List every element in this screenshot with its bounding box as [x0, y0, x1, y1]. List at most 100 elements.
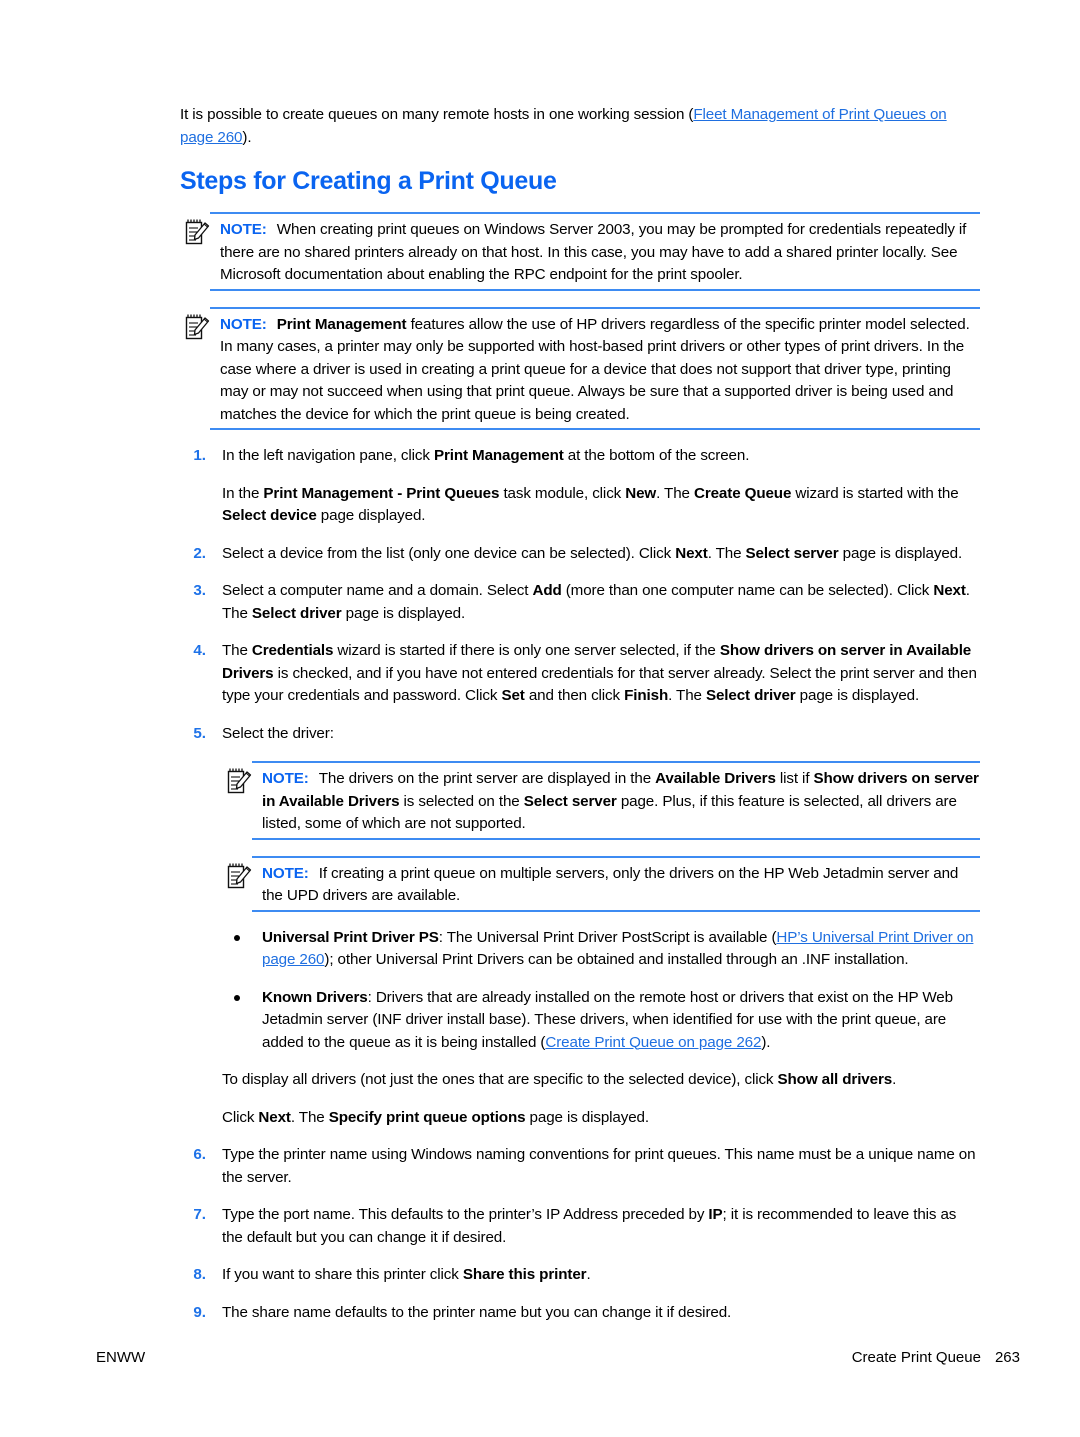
step1-text-1: In the left navigation pane, click: [222, 447, 434, 464]
step-item-5: 5. Select the driver: NOTE: The drivers …: [180, 723, 980, 1130]
step-text: Select a computer name and a domain. Sel…: [222, 580, 980, 625]
click-next-text-3: page is displayed.: [525, 1108, 650, 1126]
step3-bold-2: Next: [933, 582, 966, 599]
step-text: In the left navigation pane, click Print…: [222, 445, 980, 468]
step1-sub-bold-1: Print Management - Print Queues: [263, 484, 500, 502]
note-rule-top: [252, 761, 980, 763]
page-footer: ENWW Create Print Queue 263: [96, 1348, 1020, 1368]
click-next-bold-2: Specify print queue options: [328, 1108, 526, 1126]
note-label: NOTE:: [262, 864, 309, 882]
note-rule-bottom: [252, 909, 980, 912]
step-number: 5.: [193, 724, 206, 742]
step-number: 4.: [193, 642, 206, 659]
bullet-dot-icon: [234, 994, 240, 1001]
step3-text-2: (more than one computer name can be sele…: [561, 582, 934, 599]
step3-bold-1: Add: [532, 582, 562, 599]
steps-list: 1. In the left navigation pane, click Pr…: [180, 445, 980, 1324]
note-rule-bottom: [252, 837, 980, 840]
bullet1-text-1: : The Universal Print Driver PostScript …: [438, 928, 777, 946]
footer-page-number: 263: [994, 1349, 1020, 1366]
show-all-text-2: .: [892, 1071, 897, 1088]
step4-bold-1: Credentials: [251, 642, 334, 659]
link-create-print-queue[interactable]: Create Print Queue on page 262: [545, 1034, 761, 1051]
step-number: 3.: [193, 582, 206, 599]
step1-sub-bold-3: Create Queue: [693, 484, 792, 502]
step1-sub-text-2: task module, click: [499, 484, 626, 502]
note3-text-2: list if: [775, 770, 814, 787]
step2-text-3: page is displayed.: [838, 544, 963, 562]
note-block-available-drivers-list: NOTE: The drivers on the print server are…: [222, 761, 980, 840]
step-number: 2.: [193, 544, 206, 562]
footer-chapter-title: Create Print Queue: [851, 1349, 981, 1366]
step4-text-5: . The: [668, 687, 706, 704]
step7-text-1: Type the port name. This defaults to the…: [222, 1206, 709, 1223]
step-text: Select the driver:: [222, 724, 334, 742]
footer-left-label: ENWW: [96, 1349, 146, 1366]
note-pencil-icon: [184, 218, 210, 246]
step1-sub-text-5: page displayed.: [316, 507, 426, 524]
step1-bold-1: Print Management: [433, 447, 564, 464]
step4-text-4: and then click: [524, 687, 625, 704]
page-content: It is possible to create queues on many …: [180, 104, 980, 1324]
note-block-print-management-features: NOTE: Print Management features allow the…: [180, 306, 980, 430]
note-text: NOTE: If creating a print queue on multip…: [262, 863, 980, 908]
note3-bold-1: Available Drivers: [655, 770, 776, 787]
intro-text-before: It is possible to create queues on many …: [180, 106, 694, 123]
step-item-8: 8. If you want to share this printer cli…: [180, 1264, 980, 1287]
step4-text-6: page is displayed.: [795, 687, 920, 704]
step-item-1: 1. In the left navigation pane, click Pr…: [180, 445, 980, 528]
step1-text-2: at the bottom of the screen.: [563, 447, 750, 464]
click-next-text-1: Click: [222, 1108, 259, 1126]
show-all-bold: Show all drivers: [777, 1071, 893, 1088]
note-label: NOTE:: [262, 770, 309, 787]
step-text: If you want to share this printer click …: [222, 1264, 980, 1287]
note-text: NOTE: When creating print queues on Windo…: [220, 219, 980, 287]
bullet2-text-2: ).: [761, 1033, 771, 1051]
list-item-known-drivers: Known Drivers: Drivers that are already …: [222, 987, 980, 1055]
intro-text-after: ).: [242, 128, 252, 146]
step1-sub-bold-4: Select device: [222, 507, 317, 524]
step8-text-2: .: [586, 1266, 591, 1283]
step8-bold-1: Share this printer: [462, 1266, 587, 1283]
step-item-6: 6. Type the printer name using Windows n…: [180, 1144, 980, 1189]
note-text: NOTE: Print Management features allow the…: [220, 314, 980, 427]
note-label: NOTE:: [220, 315, 267, 333]
note2-bold-term: Print Management: [276, 315, 407, 333]
step-text: Type the printer name using Windows nami…: [222, 1146, 976, 1186]
note-pencil-icon: [226, 862, 252, 890]
note-label: NOTE:: [220, 221, 267, 238]
note3-text-1: The drivers on the print server are disp…: [318, 770, 656, 787]
step4-bold-5: Select driver: [705, 687, 796, 704]
bullet-text: Known Drivers: Drivers that are already …: [262, 987, 980, 1055]
note-pencil-icon: [184, 313, 210, 341]
document-page: It is possible to create queues on many …: [0, 0, 1080, 1437]
step7-bold-1: IP: [708, 1206, 723, 1223]
note-rule-bottom: [210, 288, 980, 291]
step-item-9: 9. The share name defaults to the printe…: [180, 1302, 980, 1325]
step1-sub-text-1: In the: [222, 484, 264, 502]
click-next-bold-1: Next: [258, 1108, 291, 1126]
step4-bold-4: Finish: [624, 687, 669, 704]
step2-bold-2: Select server: [745, 544, 839, 562]
note-rule-bottom: [210, 428, 980, 430]
page-title: Steps for Creating a Print Queue: [180, 167, 557, 195]
step1-sub-text-4: wizard is started with the: [791, 484, 959, 502]
step-number: 9.: [193, 1303, 206, 1321]
click-next-paragraph: Click Next. The Specify print queue opti…: [222, 1107, 980, 1130]
step-item-3: 3. Select a computer name and a domain. …: [180, 580, 980, 625]
step-item-2: 2. Select a device from the list (only o…: [180, 543, 980, 566]
step3-bold-3: Select driver: [251, 604, 342, 622]
step-number: 8.: [193, 1266, 206, 1283]
note-rule-top: [210, 212, 980, 214]
step4-bold-3: Set: [501, 687, 525, 704]
footer-right: Create Print Queue 263: [852, 1348, 1020, 1368]
driver-options-list: Universal Print Driver PS: The Universal…: [222, 927, 980, 1055]
note-text: NOTE: The drivers on the print server are…: [262, 768, 980, 836]
step-text: Type the port name. This defaults to the…: [222, 1204, 980, 1249]
step-text: The Credentials wizard is started if the…: [222, 640, 980, 708]
bullet1-bold: Universal Print Driver PS: [262, 928, 439, 946]
step-text: The share name defaults to the printer n…: [222, 1303, 732, 1321]
step2-text-1: Select a device from the list (only one …: [222, 544, 676, 562]
note-rule-top: [252, 855, 980, 858]
note4-text: If creating a print queue on multiple se…: [262, 864, 959, 905]
